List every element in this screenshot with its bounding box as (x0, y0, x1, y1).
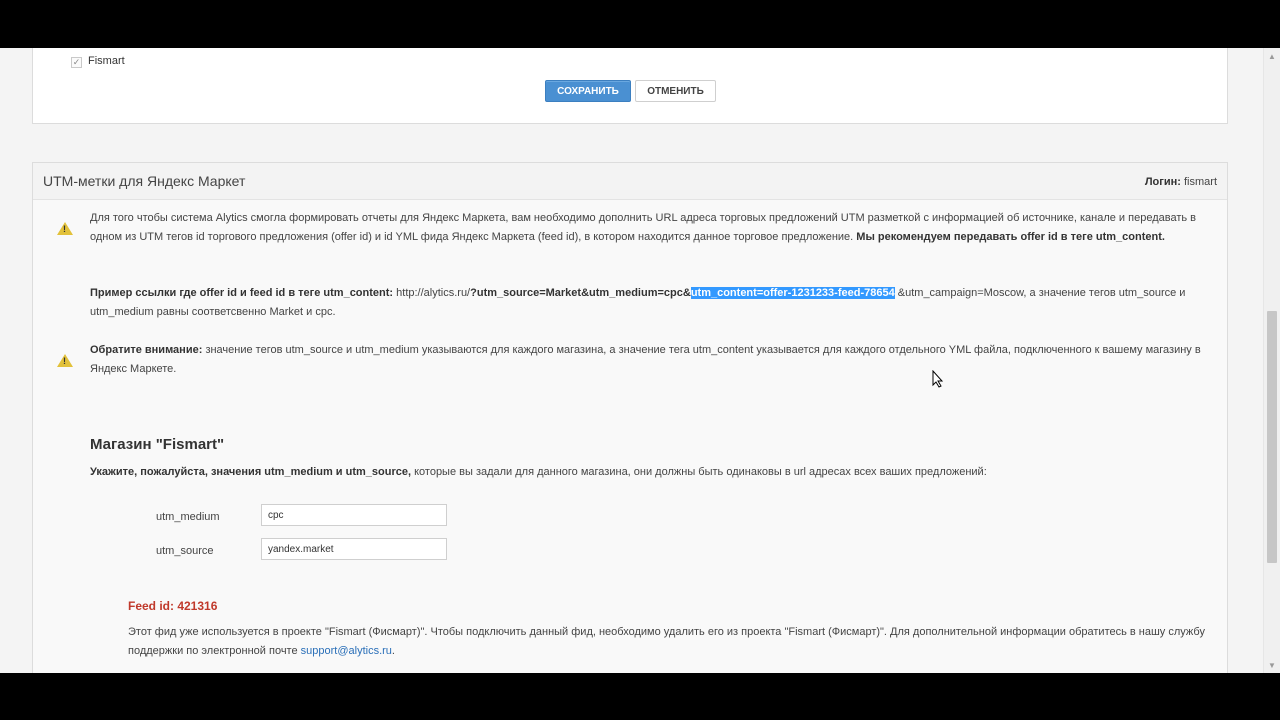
support-email-link[interactable]: support@alytics.ru (301, 645, 392, 657)
notice-paragraph: Обратите внимание: значение тегов utm_so… (90, 341, 1215, 379)
cursor-icon (932, 370, 944, 388)
example-paragraph: Пример ссылки где offer id и feed id в т… (90, 284, 1215, 322)
info-paragraph: Для того чтобы система Alytics смогла фо… (90, 209, 1215, 247)
scrollbar-thumb[interactable] (1267, 311, 1277, 563)
utm-source-label: utm_source (156, 545, 214, 557)
warning-icon: ! (57, 354, 73, 367)
feed-message-text: Этот фид уже используется в проекте "Fis… (128, 626, 1205, 657)
login-label: Логин: (1144, 176, 1181, 188)
shop-desc-bold: Укажите, пожалуйста, значения utm_medium… (90, 466, 412, 478)
panel-header: UTM-метки для Яндекс Маркет Логин: fisma… (33, 163, 1227, 200)
example-label: Пример ссылки где offer id и feed id в т… (90, 287, 394, 299)
notice-text: значение тегов utm_source и utm_medium у… (90, 344, 1201, 375)
store-checkbox-row[interactable]: ✓ Fismart (71, 55, 125, 68)
login-value: fismart (1184, 176, 1217, 188)
store-checkbox-label: Fismart (88, 55, 125, 67)
shop-title: Магазин "Fismart" (90, 436, 225, 453)
check-icon[interactable]: ✓ (71, 57, 82, 68)
utm-medium-input[interactable] (261, 504, 447, 526)
example-url-params: ?utm_source=Market&utm_medium=cpc& (470, 287, 691, 299)
login-info: Логин: fismart (1145, 176, 1217, 188)
store-settings-panel: ✓ Fismart СОХРАНИТЬ ОТМЕНИТЬ (32, 48, 1228, 124)
feed-message-suffix: . (391, 645, 395, 657)
scroll-up-icon[interactable]: ▲ (1264, 50, 1280, 64)
notice-label: Обратите внимание: (90, 344, 203, 356)
example-highlight[interactable]: utm_content=offer-1231233-feed-78654 (690, 287, 895, 299)
example-url-start: http://alytics.ru/ (396, 287, 471, 299)
info-recommendation: Мы рекомендуем передавать offer id в тег… (856, 231, 1165, 243)
save-button[interactable]: СОХРАНИТЬ (545, 80, 631, 102)
shop-desc-text: которые вы задали для данного магазина, … (414, 466, 987, 478)
utm-medium-label: utm_medium (156, 511, 220, 523)
utm-source-input[interactable] (261, 538, 447, 560)
shop-description: Укажите, пожалуйста, значения utm_medium… (90, 463, 1215, 482)
utm-market-panel: UTM-метки для Яндекс Маркет Логин: fisma… (32, 162, 1228, 673)
page-viewport: ✓ Fismart СОХРАНИТЬ ОТМЕНИТЬ UTM-метки дл… (0, 48, 1280, 673)
feed-message: Этот фид уже используется в проекте "Fis… (128, 623, 1208, 661)
panel-title: UTM-метки для Яндекс Маркет (43, 173, 246, 189)
vertical-scrollbar[interactable]: ▲ ▼ (1263, 48, 1280, 673)
feed-id: Feed id: 421316 (128, 599, 218, 613)
cancel-button[interactable]: ОТМЕНИТЬ (635, 80, 716, 102)
warning-icon: ! (57, 222, 73, 235)
scroll-down-icon[interactable]: ▼ (1264, 659, 1280, 673)
